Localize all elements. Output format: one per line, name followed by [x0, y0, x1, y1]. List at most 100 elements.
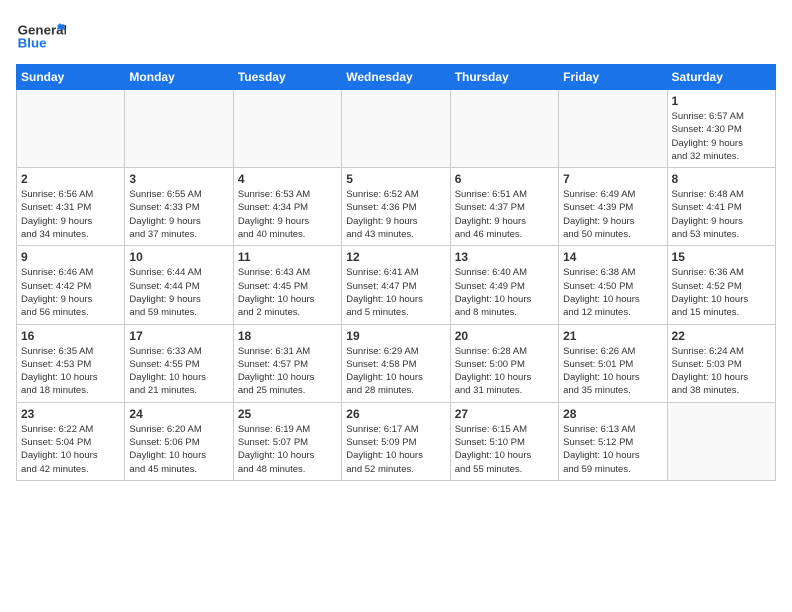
- day-info: Sunrise: 6:52 AM Sunset: 4:36 PM Dayligh…: [346, 188, 445, 241]
- week-row-2: 9 Sunrise: 6:46 AM Sunset: 4:42 PM Daylig…: [17, 246, 776, 324]
- calendar-cell: [342, 90, 450, 168]
- day-number: 24: [129, 407, 228, 421]
- day-number: 15: [672, 250, 771, 264]
- week-row-0: 1 Sunrise: 6:57 AM Sunset: 4:30 PM Daylig…: [17, 90, 776, 168]
- calendar-cell: 18 Sunrise: 6:31 AM Sunset: 4:57 PM Dayli…: [233, 324, 341, 402]
- calendar-cell: 14 Sunrise: 6:38 AM Sunset: 4:50 PM Dayli…: [559, 246, 667, 324]
- calendar-cell: [559, 90, 667, 168]
- calendar-cell: [125, 90, 233, 168]
- day-info: Sunrise: 6:24 AM Sunset: 5:03 PM Dayligh…: [672, 345, 771, 398]
- calendar-cell: 3 Sunrise: 6:55 AM Sunset: 4:33 PM Daylig…: [125, 168, 233, 246]
- svg-text:Blue: Blue: [18, 36, 47, 51]
- day-info: Sunrise: 6:49 AM Sunset: 4:39 PM Dayligh…: [563, 188, 662, 241]
- weekday-thursday: Thursday: [450, 65, 558, 90]
- day-info: Sunrise: 6:56 AM Sunset: 4:31 PM Dayligh…: [21, 188, 120, 241]
- day-number: 12: [346, 250, 445, 264]
- day-number: 17: [129, 329, 228, 343]
- day-number: 3: [129, 172, 228, 186]
- calendar-cell: 6 Sunrise: 6:51 AM Sunset: 4:37 PM Daylig…: [450, 168, 558, 246]
- weekday-sunday: Sunday: [17, 65, 125, 90]
- day-info: Sunrise: 6:13 AM Sunset: 5:12 PM Dayligh…: [563, 423, 662, 476]
- calendar-cell: 1 Sunrise: 6:57 AM Sunset: 4:30 PM Daylig…: [667, 90, 775, 168]
- calendar-cell: 25 Sunrise: 6:19 AM Sunset: 5:07 PM Dayli…: [233, 402, 341, 480]
- day-number: 14: [563, 250, 662, 264]
- day-number: 6: [455, 172, 554, 186]
- calendar-cell: 27 Sunrise: 6:15 AM Sunset: 5:10 PM Dayli…: [450, 402, 558, 480]
- calendar-cell: 5 Sunrise: 6:52 AM Sunset: 4:36 PM Daylig…: [342, 168, 450, 246]
- calendar-cell: 11 Sunrise: 6:43 AM Sunset: 4:45 PM Dayli…: [233, 246, 341, 324]
- week-row-3: 16 Sunrise: 6:35 AM Sunset: 4:53 PM Dayli…: [17, 324, 776, 402]
- day-info: Sunrise: 6:31 AM Sunset: 4:57 PM Dayligh…: [238, 345, 337, 398]
- day-info: Sunrise: 6:36 AM Sunset: 4:52 PM Dayligh…: [672, 266, 771, 319]
- calendar-cell: [17, 90, 125, 168]
- calendar-cell: 13 Sunrise: 6:40 AM Sunset: 4:49 PM Dayli…: [450, 246, 558, 324]
- week-row-4: 23 Sunrise: 6:22 AM Sunset: 5:04 PM Dayli…: [17, 402, 776, 480]
- day-number: 27: [455, 407, 554, 421]
- day-info: Sunrise: 6:19 AM Sunset: 5:07 PM Dayligh…: [238, 423, 337, 476]
- day-info: Sunrise: 6:55 AM Sunset: 4:33 PM Dayligh…: [129, 188, 228, 241]
- day-number: 23: [21, 407, 120, 421]
- calendar-cell: 16 Sunrise: 6:35 AM Sunset: 4:53 PM Dayli…: [17, 324, 125, 402]
- weekday-friday: Friday: [559, 65, 667, 90]
- calendar-cell: 9 Sunrise: 6:46 AM Sunset: 4:42 PM Daylig…: [17, 246, 125, 324]
- day-number: 19: [346, 329, 445, 343]
- day-number: 25: [238, 407, 337, 421]
- calendar-cell: 26Sunrise: 6:17 AM Sunset: 5:09 PM Dayli…: [342, 402, 450, 480]
- weekday-wednesday: Wednesday: [342, 65, 450, 90]
- day-info: Sunrise: 6:22 AM Sunset: 5:04 PM Dayligh…: [21, 423, 120, 476]
- calendar-cell: 23 Sunrise: 6:22 AM Sunset: 5:04 PM Dayli…: [17, 402, 125, 480]
- calendar: SundayMondayTuesdayWednesdayThursdayFrid…: [16, 64, 776, 481]
- day-info: Sunrise: 6:33 AM Sunset: 4:55 PM Dayligh…: [129, 345, 228, 398]
- day-number: 9: [21, 250, 120, 264]
- day-info: Sunrise: 6:26 AM Sunset: 5:01 PM Dayligh…: [563, 345, 662, 398]
- day-info: Sunrise: 6:43 AM Sunset: 4:45 PM Dayligh…: [238, 266, 337, 319]
- day-number: 1: [672, 94, 771, 108]
- logo-icon: General Blue: [16, 16, 66, 56]
- calendar-cell: 4 Sunrise: 6:53 AM Sunset: 4:34 PM Daylig…: [233, 168, 341, 246]
- day-info: Sunrise: 6:46 AM Sunset: 4:42 PM Dayligh…: [21, 266, 120, 319]
- day-number: 8: [672, 172, 771, 186]
- day-number: 5: [346, 172, 445, 186]
- logo: General Blue: [16, 16, 66, 56]
- calendar-cell: 19Sunrise: 6:29 AM Sunset: 4:58 PM Dayli…: [342, 324, 450, 402]
- day-info: Sunrise: 6:40 AM Sunset: 4:49 PM Dayligh…: [455, 266, 554, 319]
- day-info: Sunrise: 6:53 AM Sunset: 4:34 PM Dayligh…: [238, 188, 337, 241]
- weekday-saturday: Saturday: [667, 65, 775, 90]
- calendar-cell: 8 Sunrise: 6:48 AM Sunset: 4:41 PM Daylig…: [667, 168, 775, 246]
- weekday-tuesday: Tuesday: [233, 65, 341, 90]
- day-info: Sunrise: 6:35 AM Sunset: 4:53 PM Dayligh…: [21, 345, 120, 398]
- calendar-cell: 7 Sunrise: 6:49 AM Sunset: 4:39 PM Daylig…: [559, 168, 667, 246]
- calendar-cell: [667, 402, 775, 480]
- calendar-body: 1 Sunrise: 6:57 AM Sunset: 4:30 PM Daylig…: [17, 90, 776, 481]
- day-info: Sunrise: 6:48 AM Sunset: 4:41 PM Dayligh…: [672, 188, 771, 241]
- week-row-1: 2Sunrise: 6:56 AM Sunset: 4:31 PM Daylig…: [17, 168, 776, 246]
- day-info: Sunrise: 6:51 AM Sunset: 4:37 PM Dayligh…: [455, 188, 554, 241]
- calendar-cell: 28Sunrise: 6:13 AM Sunset: 5:12 PM Dayli…: [559, 402, 667, 480]
- day-info: Sunrise: 6:57 AM Sunset: 4:30 PM Dayligh…: [672, 110, 771, 163]
- day-number: 13: [455, 250, 554, 264]
- day-number: 4: [238, 172, 337, 186]
- day-number: 18: [238, 329, 337, 343]
- day-info: Sunrise: 6:28 AM Sunset: 5:00 PM Dayligh…: [455, 345, 554, 398]
- day-info: Sunrise: 6:15 AM Sunset: 5:10 PM Dayligh…: [455, 423, 554, 476]
- weekday-monday: Monday: [125, 65, 233, 90]
- day-number: 16: [21, 329, 120, 343]
- day-info: Sunrise: 6:20 AM Sunset: 5:06 PM Dayligh…: [129, 423, 228, 476]
- day-number: 20: [455, 329, 554, 343]
- header: General Blue: [16, 16, 776, 56]
- day-number: 21: [563, 329, 662, 343]
- calendar-cell: 15 Sunrise: 6:36 AM Sunset: 4:52 PM Dayli…: [667, 246, 775, 324]
- calendar-cell: [450, 90, 558, 168]
- day-number: 22: [672, 329, 771, 343]
- calendar-cell: 17 Sunrise: 6:33 AM Sunset: 4:55 PM Dayli…: [125, 324, 233, 402]
- day-number: 26: [346, 407, 445, 421]
- calendar-cell: 22 Sunrise: 6:24 AM Sunset: 5:03 PM Dayli…: [667, 324, 775, 402]
- calendar-cell: 10 Sunrise: 6:44 AM Sunset: 4:44 PM Dayli…: [125, 246, 233, 324]
- day-info: Sunrise: 6:38 AM Sunset: 4:50 PM Dayligh…: [563, 266, 662, 319]
- calendar-cell: 21 Sunrise: 6:26 AM Sunset: 5:01 PM Dayli…: [559, 324, 667, 402]
- calendar-cell: [233, 90, 341, 168]
- day-info: Sunrise: 6:44 AM Sunset: 4:44 PM Dayligh…: [129, 266, 228, 319]
- day-number: 10: [129, 250, 228, 264]
- day-number: 7: [563, 172, 662, 186]
- day-number: 11: [238, 250, 337, 264]
